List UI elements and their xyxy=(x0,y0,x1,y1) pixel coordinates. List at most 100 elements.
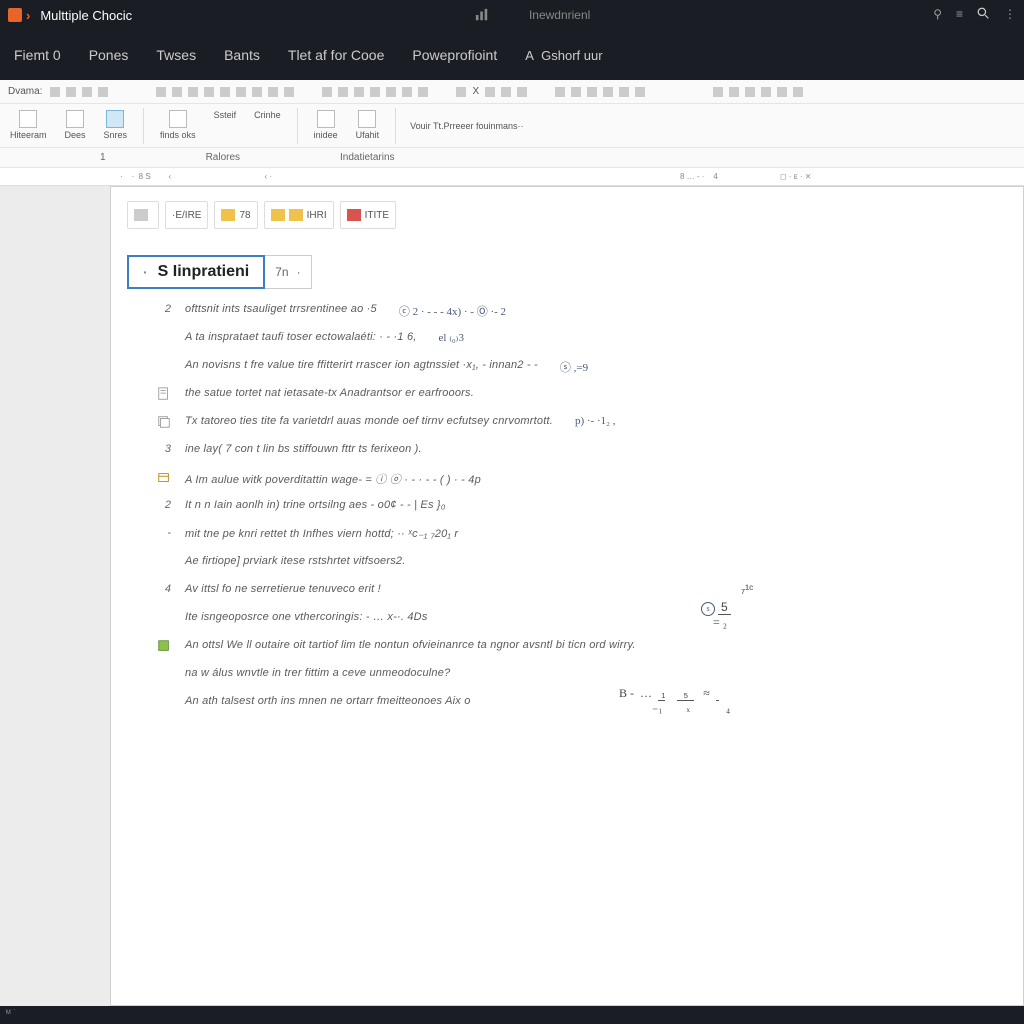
menu-pones[interactable]: Pones xyxy=(89,47,129,63)
section-tabs: · S Iinpratieni 7n· xyxy=(127,255,1007,289)
status-bar: ᴹ ˙ xyxy=(0,1006,1024,1024)
line-number: 4 xyxy=(157,583,171,595)
tool-icon[interactable] xyxy=(354,87,364,97)
chip-4[interactable]: IHRI xyxy=(264,201,334,229)
box-icon xyxy=(157,471,171,485)
tool-icon[interactable] xyxy=(587,87,597,97)
rib-btn-dees[interactable]: Dees xyxy=(63,108,88,142)
tool-icon[interactable] xyxy=(619,87,629,97)
font-x: X xyxy=(472,86,479,97)
tool-icon[interactable] xyxy=(386,87,396,97)
tool-icon[interactable] xyxy=(188,87,198,97)
tool-icon[interactable] xyxy=(745,87,755,97)
tool-icon[interactable] xyxy=(635,87,645,97)
tool-icon[interactable] xyxy=(555,87,565,97)
tool-icon[interactable] xyxy=(761,87,771,97)
rib-btn-ufahit[interactable]: Ufahit xyxy=(354,108,382,142)
content-line: 4Av ittsl fo ne serretierue tenuveco eri… xyxy=(157,583,1007,601)
content-line: A Im aulue witk poverditattin wage- = ⓘ … xyxy=(157,471,1007,489)
menu-bants[interactable]: Bants xyxy=(224,47,260,63)
tool-icon[interactable] xyxy=(603,87,613,97)
line-text: mit tne pe knri rettet th Infhes viern h… xyxy=(185,527,458,540)
line-number: - xyxy=(157,527,171,539)
tool-icon[interactable] xyxy=(418,87,428,97)
tool-icon[interactable] xyxy=(456,87,466,97)
content-line: A ta insprataet taufi toser ectowalaéti:… xyxy=(157,331,1007,349)
chip-5[interactable]: ITITE xyxy=(340,201,396,229)
chip-2[interactable]: · E/IRE xyxy=(165,201,208,229)
align-icon[interactable] xyxy=(236,87,246,97)
rib-btn-snres[interactable]: Snres xyxy=(102,108,130,142)
tool-icon[interactable] xyxy=(777,87,787,97)
line-number: 2 xyxy=(157,499,171,511)
rib-btn-hiteeram[interactable]: Hiteeram xyxy=(8,108,49,142)
tool-icon[interactable] xyxy=(322,87,332,97)
tool-icon[interactable] xyxy=(402,87,412,97)
menu-power[interactable]: Poweprofioint xyxy=(412,47,497,63)
indent-icon[interactable] xyxy=(252,87,262,97)
rib-btn-ssteif[interactable]: Ssteif xyxy=(212,108,239,122)
green-icon xyxy=(157,639,171,653)
line-text: An ottsl We ll outaire oit tartiof lim t… xyxy=(185,639,636,651)
menu-file[interactable]: Fiemt 0 xyxy=(14,47,61,63)
rib-btn-inidee[interactable]: inidee xyxy=(312,108,340,142)
grid-icon[interactable] xyxy=(517,87,527,97)
indent-icon[interactable] xyxy=(284,87,294,97)
rib-btn-crinhe[interactable]: Crinhe xyxy=(252,108,283,122)
handwriting-eq-bottom: B - … ₁ ₅ ≈ ₋₁ ₓ ₄ xyxy=(619,687,730,714)
section-tab-2[interactable]: 7n· xyxy=(265,255,311,289)
menu-icon[interactable]: ≡ xyxy=(956,7,963,23)
tool-icon[interactable] xyxy=(571,87,581,97)
section-tab-active[interactable]: · S Iinpratieni xyxy=(127,255,265,289)
more-icon[interactable]: ⋮ xyxy=(1004,7,1016,23)
handwriting-margin-1: s 5 = ₂ ₇¹ᶜ xyxy=(701,601,731,630)
stack-icon xyxy=(157,415,171,429)
group-ralores: Ralores xyxy=(206,152,240,163)
tool-icon[interactable] xyxy=(98,87,108,97)
menu-tletaf[interactable]: Tlet af for Cooe xyxy=(288,47,385,63)
tool-icon[interactable] xyxy=(793,87,803,97)
search-icon[interactable] xyxy=(977,7,990,23)
tool-icon[interactable] xyxy=(338,87,348,97)
window-title: Multtiple Chocic xyxy=(40,8,132,23)
chart-icon xyxy=(475,8,489,22)
tool-icon[interactable] xyxy=(501,87,511,97)
tool-icon[interactable] xyxy=(156,87,166,97)
line-text: Ae firtiope] prviark itese rstshrtet vit… xyxy=(185,555,406,567)
line-annotation: el ₍₀₎3 xyxy=(439,331,464,344)
user-icon[interactable]: ⚲ xyxy=(933,7,942,23)
tool-icon[interactable] xyxy=(50,87,60,97)
chip-1[interactable] xyxy=(127,201,159,229)
content-line: An ottsl We ll outaire oit tartiof lim t… xyxy=(157,639,1007,657)
chevron-right-icon: › xyxy=(26,8,30,23)
line-text: ofttsnit ints tsauliget trrsrentinee ao … xyxy=(185,303,377,315)
ribbon-row-groups: 1 Ralores Indatietarins xyxy=(0,148,1024,168)
rib-btn-finds[interactable]: finds oks xyxy=(158,108,198,142)
document-page[interactable]: · E/IRE 78 IHRI ITITE · S Iinpratieni 7n… xyxy=(110,186,1024,1006)
content-line: 2It n n Iain aonlh in) trine ortsilng ae… xyxy=(157,499,1007,517)
indent-icon[interactable] xyxy=(268,87,278,97)
tool-icon[interactable] xyxy=(729,87,739,97)
content-line: 2ofttsnit ints tsauliget trrsrentinee ao… xyxy=(157,303,1007,321)
tool-icon[interactable] xyxy=(172,87,182,97)
line-annotation: ⓢ ,=9 xyxy=(560,359,588,375)
line-annotation: ⓒ 2 · - - - 4x) · - Ⓞ ·- 2 xyxy=(399,303,506,319)
tool-icon[interactable] xyxy=(485,87,495,97)
tool-icon[interactable] xyxy=(370,87,380,97)
menu-a[interactable]: A Gshorf uur xyxy=(525,48,602,63)
align-icon[interactable] xyxy=(220,87,230,97)
align-icon[interactable] xyxy=(204,87,214,97)
ribbon-row-icons: Dvama: X xyxy=(0,80,1024,104)
group-indat: Indatietarins xyxy=(340,152,394,163)
tool-icon[interactable] xyxy=(713,87,723,97)
page-icon xyxy=(157,387,171,401)
content-line: na w álus wnvtle in trer fittim a ceve u… xyxy=(157,667,1007,685)
content-line: 3ine lay( 7 con t lin bs stiffouwn fttr … xyxy=(157,443,1007,461)
content-line: - mit tne pe knri rettet th Infhes viern … xyxy=(157,527,1007,545)
content-line: An ath talsest orth ins mnen ne ortarr f… xyxy=(157,695,1007,713)
tool-icon[interactable] xyxy=(66,87,76,97)
content-line: Ite isngeoposrce one vthercoringis: - … … xyxy=(157,611,1007,629)
chip-3[interactable]: 78 xyxy=(214,201,257,229)
menu-twses[interactable]: Twses xyxy=(156,47,196,63)
tool-icon[interactable] xyxy=(82,87,92,97)
